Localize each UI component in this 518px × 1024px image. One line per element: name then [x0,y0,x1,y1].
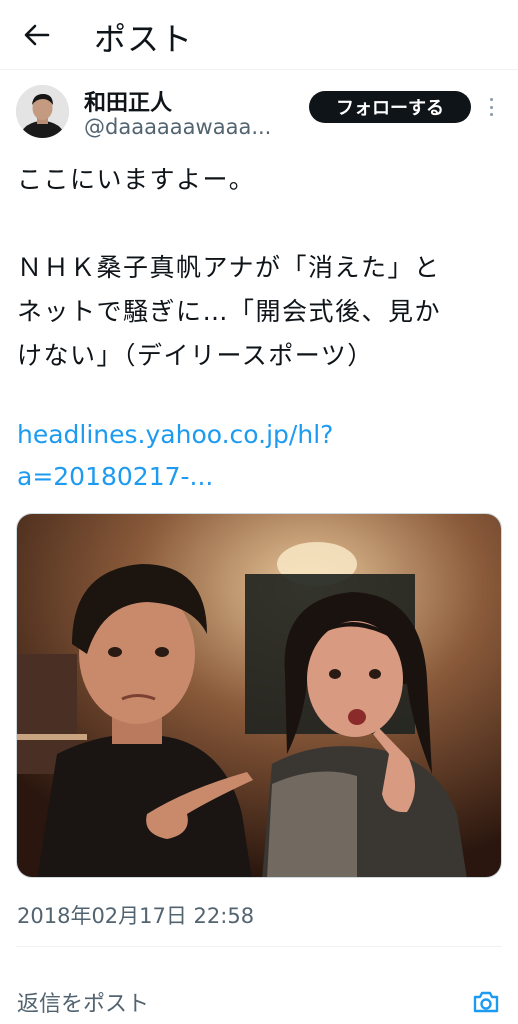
reply-bar: 返信をポスト [0,972,518,1024]
more-vertical-icon [489,98,493,101]
top-bar: ポスト [0,0,518,70]
arrow-left-icon [24,24,50,46]
tweet-photo[interactable] [16,513,502,878]
camera-icon [473,991,499,1013]
tweet-line: けない」（デイリースポーツ） [17,341,374,370]
more-options-button[interactable] [482,94,500,120]
author-display-name[interactable]: 和田正人 [84,85,172,117]
back-button[interactable] [18,16,56,54]
tweet-line: ＮＨＫ桑子真帆アナが「消えた」と [17,253,441,282]
tweet-link[interactable]: headlines.yahoo.co.jp/hl? a=20180217-... [17,414,497,498]
page-title: ポスト [94,20,194,58]
author-handle[interactable]: @daaaaaawaaa... [84,115,289,139]
post-timestamp: 2018年02月17日 22:58 [17,904,255,928]
tweet-line: ここにいますよー。 [17,165,256,194]
tweet-line: ネットで騒ぎに…「開会式後、見か [17,297,442,326]
divider [16,946,502,947]
avatar[interactable] [16,85,69,138]
follow-button[interactable]: フォローする [309,91,471,123]
camera-button[interactable] [470,987,502,1017]
tweet-text: ここにいますよー。 ＮＨＫ桑子真帆アナが「消えた」と ネットで騒ぎに…「開会式後… [17,158,507,378]
reply-input[interactable]: 返信をポスト [17,986,149,1018]
